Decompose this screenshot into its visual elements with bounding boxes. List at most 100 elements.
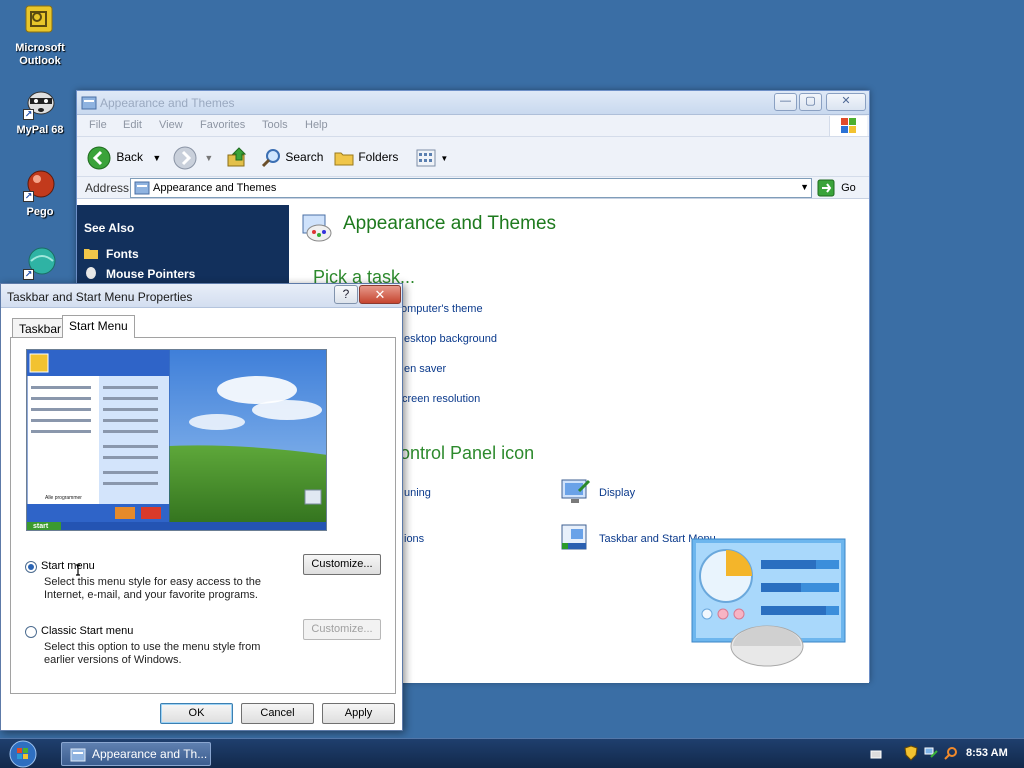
up-folder-button[interactable] — [225, 145, 249, 169]
windows-flag-icon — [829, 116, 867, 136]
raccoon-icon: ↗ — [23, 86, 57, 120]
desktop-icon-mypal[interactable]: ↗ MyPal 68 — [0, 86, 80, 137]
customize-classic-menu-button[interactable]: Customize... — [303, 619, 381, 640]
desktop-icon-label: Outlook — [19, 55, 61, 67]
mouse-icon — [84, 267, 98, 279]
preview-all-programs: Alle programmer — [45, 495, 82, 501]
chevron-down-icon[interactable]: ▼ — [204, 153, 213, 163]
menu-view[interactable]: View — [159, 119, 183, 131]
control-panel-icon — [81, 95, 97, 111]
maximize-button[interactable]: ▢ — [799, 93, 822, 111]
desktop-icon-outlook[interactable]: Microsoft Outlook — [0, 4, 80, 68]
desktop-icon-pego[interactable]: ↗ Pego — [0, 168, 80, 219]
menu-favorites[interactable]: Favorites — [200, 119, 245, 131]
toolbar: Back ▼ ▼ Search Folders ▼ — [77, 137, 869, 177]
appearance-themes-icon — [299, 211, 333, 246]
taskbar-item-appearance-themes[interactable]: Appearance and Th... — [61, 742, 211, 766]
see-also-header: See Also — [84, 221, 135, 235]
mouse-cursor-icon — [75, 564, 87, 583]
forward-button[interactable]: ▼ — [173, 145, 217, 170]
ok-button[interactable]: OK — [160, 703, 233, 724]
security-shield-icon[interactable] — [904, 745, 918, 768]
control-panel-icon — [70, 747, 86, 763]
back-button[interactable]: Back ▼ — [87, 145, 163, 170]
taskbar-item-label: Appearance and Th... — [92, 747, 208, 761]
menu-bar: File Edit View Favorites Tools Help — [77, 115, 869, 137]
explorer-title-bar[interactable]: Appearance and Themes — ▢ ✕ — [77, 91, 869, 115]
folder-icon — [334, 152, 354, 166]
task-link-theme[interactable]: omputer's theme — [401, 303, 483, 315]
outlook-icon — [23, 4, 57, 38]
address-value: Appearance and Themes — [153, 182, 277, 194]
dialog-title-bar[interactable]: Taskbar and Start Menu Properties ? ✕ — [1, 284, 402, 308]
display-icon[interactable] — [559, 477, 591, 510]
menu-tools[interactable]: Tools — [262, 119, 288, 131]
apply-button[interactable]: Apply — [322, 703, 395, 724]
task-link-background[interactable]: esktop background — [404, 333, 497, 345]
cp-icon-partial-tuning[interactable]: uning — [404, 487, 431, 499]
cancel-button[interactable]: Cancel — [241, 703, 314, 724]
fonts-folder-icon — [84, 247, 98, 259]
search-icon[interactable] — [943, 745, 959, 768]
classic-start-menu-option-desc: Select this option to use the menu style… — [44, 641, 261, 666]
start-button[interactable] — [8, 740, 38, 768]
tab-taskbar[interactable]: Taskbar — [12, 318, 69, 338]
task-link-resolution[interactable]: creen resolution — [402, 393, 480, 405]
folders-label: Folders — [358, 150, 399, 164]
desktop-icon-label: Microsoft — [15, 42, 65, 54]
search-icon — [261, 148, 280, 167]
dialog-title: Taskbar and Start Menu Properties — [7, 290, 193, 304]
back-label: Back — [116, 150, 144, 164]
taskbar-start-menu-icon[interactable] — [559, 523, 591, 558]
menu-help[interactable]: Help — [305, 119, 328, 131]
menu-file[interactable]: File — [89, 119, 107, 131]
shortcut-arrow-icon: ↗ — [23, 269, 34, 280]
chevron-down-icon[interactable]: ▼ — [800, 182, 809, 192]
address-field[interactable]: Appearance and Themes ▼ — [130, 178, 812, 198]
cp-icon-partial-options[interactable]: ions — [404, 533, 424, 545]
address-bar: Address Appearance and Themes ▼ Go — [77, 177, 869, 199]
forward-arrow-icon — [173, 146, 197, 170]
properties-dialog: Taskbar and Start Menu Properties ? ✕ Ta… — [0, 283, 403, 731]
classic-start-menu-radio[interactable] — [25, 626, 37, 638]
pego-icon: ↗ — [23, 168, 57, 202]
network-icon[interactable] — [923, 745, 939, 768]
back-arrow-icon — [87, 146, 111, 170]
shortcut-arrow-icon: ↗ — [23, 191, 34, 202]
desktop-icon-label: Pego — [26, 206, 54, 218]
go-label: Go — [841, 182, 856, 194]
control-panel-icon — [134, 180, 150, 199]
tab-panel-start-menu: start Alle programmer Start menu Select … — [10, 337, 396, 694]
folders-button[interactable]: Folders — [333, 145, 403, 169]
tab-start-menu[interactable]: Start Menu — [62, 315, 135, 338]
classic-start-menu-option-label[interactable]: Classic Start menu — [41, 625, 133, 637]
customize-start-menu-button[interactable]: Customize... — [303, 554, 381, 575]
start-menu-radio[interactable] — [25, 561, 37, 573]
close-button[interactable]: ✕ — [826, 93, 866, 111]
shortcut-arrow-icon: ↗ — [23, 109, 34, 120]
chevron-down-icon[interactable]: ▼ — [440, 154, 448, 163]
page-title: Appearance and Themes — [343, 213, 557, 234]
minimize-button[interactable]: — — [774, 93, 797, 111]
taskbar: Appearance and Th... 8:53 AM — [0, 738, 1024, 768]
keyboard-icon[interactable] — [870, 748, 882, 768]
pick-icon-heading: ontrol Panel icon — [400, 443, 535, 463]
views-button[interactable]: ▼ — [415, 145, 451, 169]
globe-icon: ↗ — [23, 246, 57, 280]
dialog-close-button[interactable]: ✕ — [359, 285, 401, 304]
cp-icon-display[interactable]: Display — [599, 487, 635, 499]
go-arrow-icon — [817, 179, 835, 197]
desktop-icon-globe[interactable]: ↗ — [0, 246, 80, 284]
go-button[interactable]: Go — [817, 178, 867, 198]
chevron-down-icon[interactable]: ▼ — [152, 153, 161, 163]
search-button[interactable]: Search — [260, 145, 326, 169]
task-link-screensaver[interactable]: en saver — [404, 363, 446, 375]
see-also-fonts-link[interactable]: Fonts — [84, 247, 139, 261]
help-button[interactable]: ? — [334, 285, 358, 304]
menu-edit[interactable]: Edit — [123, 119, 142, 131]
explorer-title: Appearance and Themes — [100, 96, 235, 110]
preview-start-label: start — [33, 523, 49, 530]
clock[interactable]: 8:53 AM — [966, 747, 1008, 759]
see-also-mouse-pointers-link[interactable]: Mouse Pointers — [84, 267, 195, 281]
start-menu-preview: start Alle programmer — [26, 349, 327, 531]
